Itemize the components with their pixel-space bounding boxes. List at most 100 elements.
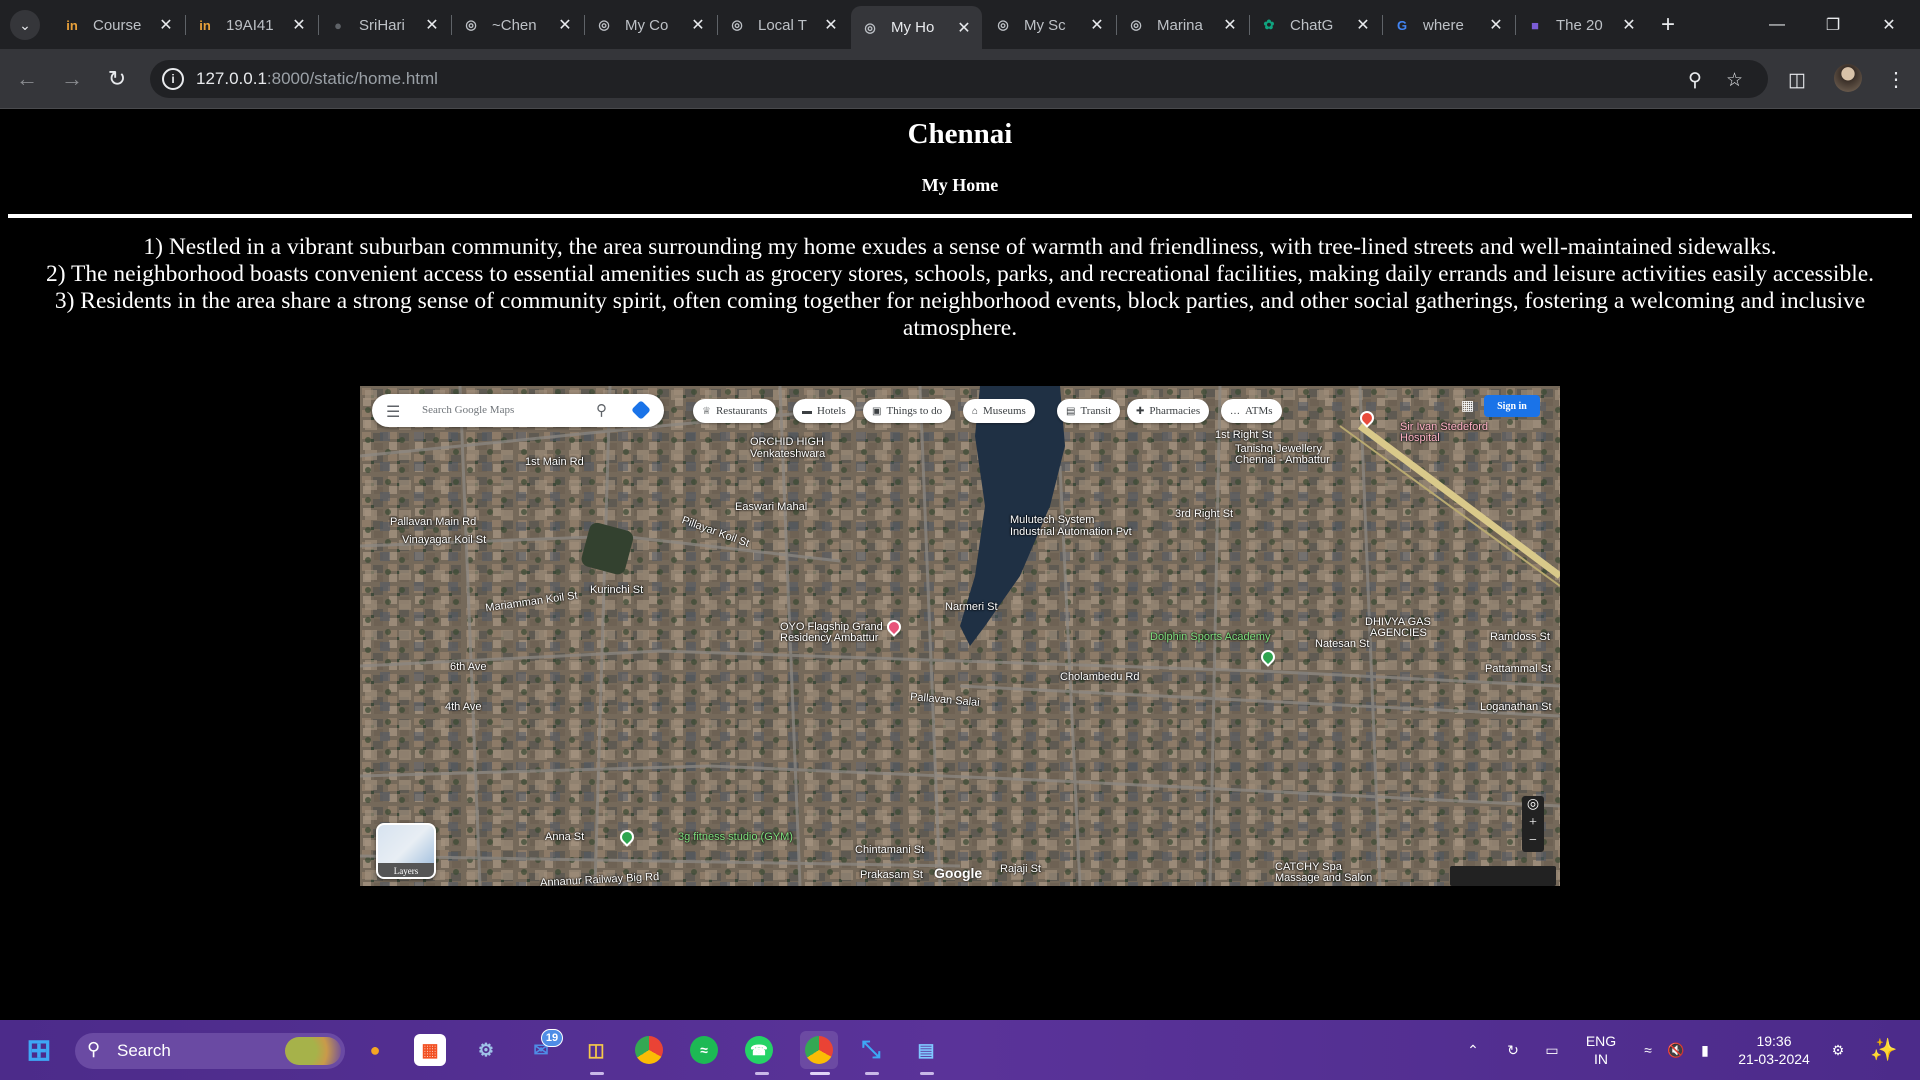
- map-bottom-bar[interactable]: [1450, 866, 1556, 886]
- directions-icon[interactable]: [631, 400, 651, 420]
- map-label[interactable]: AGENCIES: [1370, 627, 1427, 639]
- tab-close-icon[interactable]: ✕: [1355, 15, 1371, 35]
- tab-close-icon[interactable]: ✕: [557, 15, 573, 35]
- browser-tab[interactable]: ◎ My Sc ✕: [984, 8, 1115, 42]
- browser-tab[interactable]: in 19AI41 ✕: [186, 8, 317, 42]
- apps-grid-icon[interactable]: ▦: [1461, 398, 1474, 415]
- map-category-chip[interactable]: ♕ Restaurants: [693, 399, 777, 423]
- browser-tab[interactable]: Gwhere ✕: [1383, 8, 1514, 42]
- forward-button[interactable]: →: [56, 63, 88, 95]
- file-explorer-icon[interactable]: ◫: [580, 1034, 612, 1066]
- browser-tab[interactable]: ✿ ChatG ✕: [1250, 8, 1381, 42]
- notepad-icon[interactable]: ▤: [910, 1034, 942, 1066]
- browser-tab[interactable]: ◎ ~Chen ✕: [452, 8, 583, 42]
- clock[interactable]: 19:36 21-03-2024: [1730, 1020, 1818, 1080]
- map-search-box[interactable]: ☰ Search Google Maps ⚲: [372, 394, 664, 427]
- tab-close-icon[interactable]: ✕: [291, 15, 307, 35]
- map-label[interactable]: Venkateshwara: [750, 448, 825, 460]
- more-menu-icon[interactable]: ⋮: [1886, 67, 1906, 92]
- tab-close-icon[interactable]: ✕: [1621, 15, 1637, 35]
- spotify-icon[interactable]: ≈: [690, 1036, 718, 1064]
- reload-button[interactable]: ↻: [101, 63, 133, 95]
- speaker-muted-icon[interactable]: 🔇: [1664, 1020, 1688, 1080]
- map-label[interactable]: ORCHID HIGH: [750, 436, 824, 448]
- map-category-chip[interactable]: … ATMs: [1221, 399, 1282, 423]
- widgets-icon[interactable]: ●: [359, 1034, 391, 1066]
- search-icon[interactable]: ⚲: [596, 401, 607, 420]
- tab-close-icon[interactable]: ✕: [1089, 15, 1105, 35]
- map-label: Prakasam St: [860, 869, 923, 881]
- museum-icon: ⌂: [972, 405, 979, 417]
- tab-close-icon[interactable]: ✕: [424, 15, 440, 35]
- profile-avatar[interactable]: [1834, 64, 1862, 92]
- zoom-out-button[interactable]: −: [1522, 832, 1544, 850]
- map-label[interactable]: Industrial Automation Pvt: [1010, 526, 1132, 538]
- settings-gear-icon[interactable]: ⚙: [470, 1034, 502, 1066]
- start-button[interactable]: ⊞: [22, 1033, 56, 1067]
- chrome-active-icon[interactable]: [800, 1031, 838, 1069]
- description-point: 3) Residents in the area share a strong …: [54, 288, 1866, 341]
- language-indicator[interactable]: ENG IN: [1578, 1020, 1624, 1080]
- map-label[interactable]: Hospital: [1400, 432, 1440, 444]
- zoom-in-button[interactable]: +: [1522, 814, 1544, 832]
- browser-tab[interactable]: in Course ✕: [53, 8, 184, 42]
- map-category-chip[interactable]: ▤ Transit: [1057, 399, 1121, 423]
- copilot-icon[interactable]: ✨: [1864, 1020, 1904, 1080]
- tab-search-button[interactable]: ⌄: [10, 10, 40, 40]
- show-hidden-icons-chevron-icon[interactable]: ⌃: [1460, 1020, 1486, 1080]
- map-category-chip[interactable]: ▣ Things to do: [863, 399, 952, 423]
- map-category-chip[interactable]: ⌂ Museums: [963, 399, 1035, 423]
- display-icon[interactable]: ▭: [1538, 1020, 1566, 1080]
- whatsapp-icon[interactable]: ☎: [745, 1036, 773, 1064]
- side-panel-icon[interactable]: ◫: [1788, 69, 1806, 92]
- site-info-icon[interactable]: i: [162, 68, 184, 90]
- vscode-icon[interactable]: ⤡: [855, 1034, 887, 1066]
- page-title: Chennai: [907, 118, 1013, 150]
- pharmacy-icon: ✚: [1136, 405, 1145, 417]
- battery-icon[interactable]: ▮: [1692, 1020, 1718, 1080]
- tab-close-icon[interactable]: ✕: [1488, 15, 1504, 35]
- microsoft-store-icon[interactable]: ▦: [414, 1034, 446, 1066]
- browser-tab[interactable]: ◎ My Ho ✕: [851, 6, 982, 49]
- tab-close-icon[interactable]: ✕: [823, 15, 839, 35]
- description-point: 1) Nestled in a vibrant suburban communi…: [143, 234, 1777, 260]
- browser-tab[interactable]: ● SriHari ✕: [319, 8, 450, 42]
- sync-icon[interactable]: ↻: [1500, 1020, 1526, 1080]
- sign-in-button[interactable]: Sign in: [1484, 395, 1540, 417]
- map-label[interactable]: Dolphin Sports Academy: [1150, 631, 1270, 643]
- layers-button[interactable]: Layers: [376, 823, 436, 879]
- tab-close-icon[interactable]: ✕: [690, 15, 706, 35]
- restore-button[interactable]: ❐: [1805, 0, 1861, 49]
- minimize-button[interactable]: —: [1749, 0, 1805, 49]
- embedded-map[interactable]: ORCHID HIGH Venkateshwara Easwari Mahal …: [360, 386, 1560, 886]
- tab-close-icon[interactable]: ✕: [158, 15, 174, 35]
- map-search-input[interactable]: Search Google Maps: [422, 404, 514, 416]
- browser-tab[interactable]: ◎ My Co ✕: [585, 8, 716, 42]
- gear-notification-icon[interactable]: ⚙: [1826, 1020, 1850, 1080]
- tab-close-icon[interactable]: ✕: [1222, 15, 1238, 35]
- map-category-chip[interactable]: ▬ Hotels: [793, 399, 855, 423]
- map-label[interactable]: Massage and Salon: [1275, 872, 1372, 884]
- close-window-button[interactable]: ✕: [1861, 0, 1917, 49]
- taskbar-search[interactable]: ⚲ Search: [75, 1033, 345, 1069]
- browser-tab[interactable]: ◎ Marina ✕: [1117, 8, 1248, 42]
- browser-tab[interactable]: ◎ Local T ✕: [718, 8, 849, 42]
- back-button[interactable]: ←: [11, 63, 43, 95]
- map-category-chip[interactable]: ✚ Pharmacies: [1127, 399, 1210, 423]
- address-bar[interactable]: i 127.0.0.1:8000/static/home.html ⚲ ☆: [150, 60, 1768, 98]
- url-text[interactable]: 127.0.0.1:8000/static/home.html: [196, 69, 438, 89]
- tab-close-icon[interactable]: ✕: [956, 18, 972, 38]
- bookmark-star-icon[interactable]: ☆: [1726, 69, 1743, 92]
- map-label[interactable]: Chennai - Ambattur: [1235, 454, 1330, 466]
- browser-tab[interactable]: ■ The 20 ✕: [1516, 8, 1647, 42]
- hamburger-menu-icon[interactable]: ☰: [386, 402, 400, 422]
- map-label[interactable]: Mulutech System: [1010, 514, 1094, 526]
- map-label[interactable]: 3g fitness studio (GYM): [678, 831, 793, 843]
- my-location-icon[interactable]: ◎: [1522, 796, 1544, 814]
- wifi-icon[interactable]: ≈: [1636, 1020, 1660, 1080]
- map-label[interactable]: Residency Ambattur: [780, 632, 878, 644]
- zoom-icon[interactable]: ⚲: [1688, 69, 1702, 92]
- chrome-icon[interactable]: [635, 1036, 663, 1064]
- new-tab-button[interactable]: +: [1653, 10, 1683, 40]
- map-label[interactable]: Easwari Mahal: [735, 501, 807, 513]
